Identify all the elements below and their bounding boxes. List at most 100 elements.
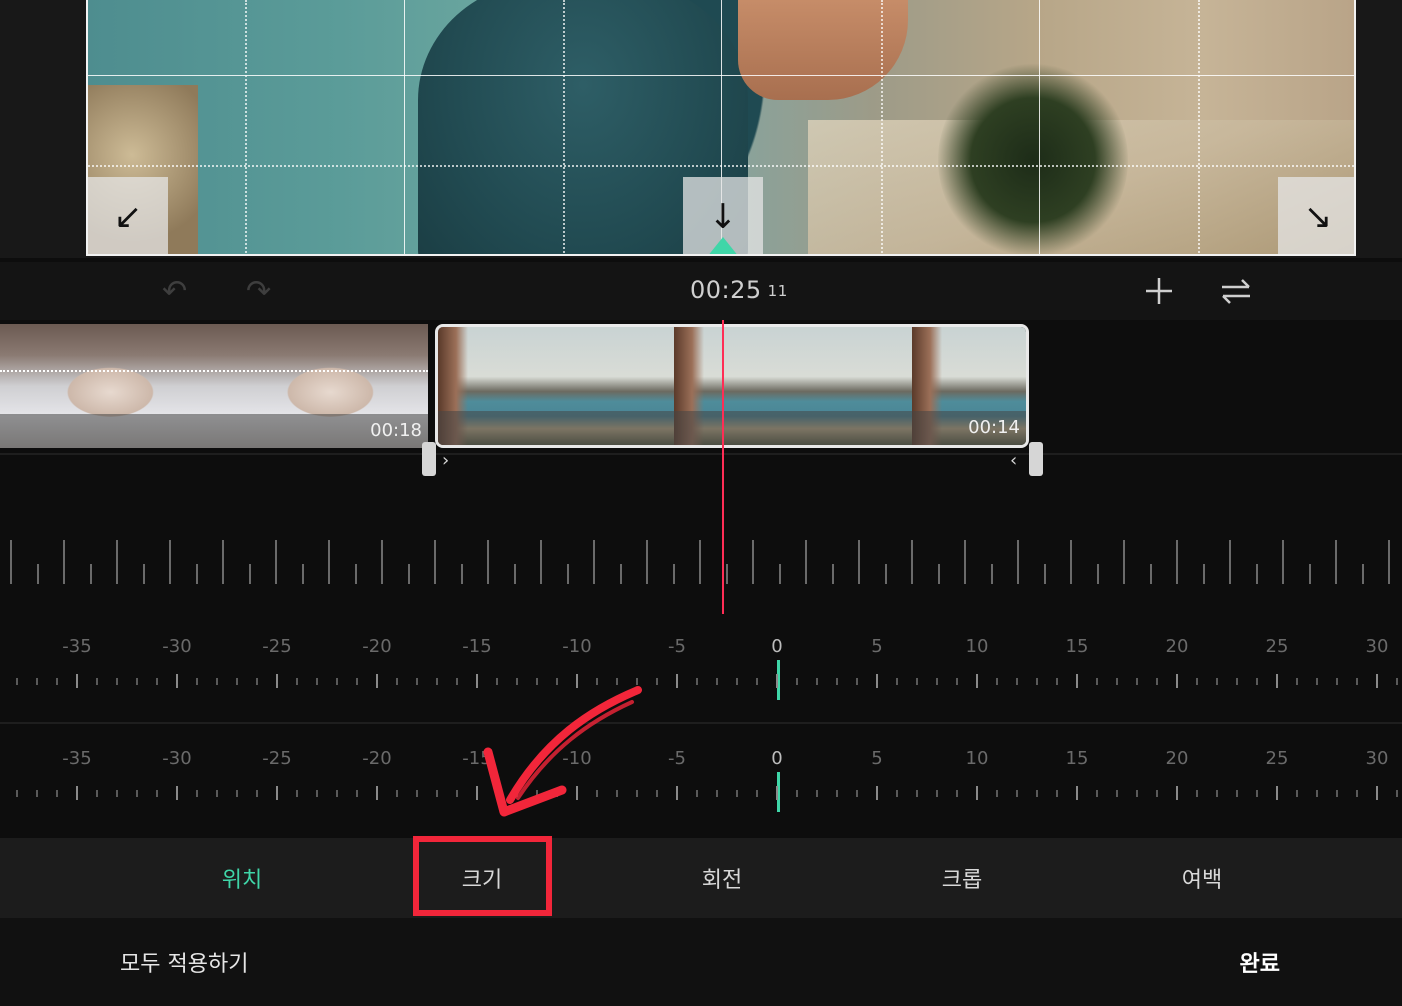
resize-bottom-right-handle[interactable]: ↘ [1278,177,1354,254]
audio-tick [1229,540,1231,584]
ruler-tick [216,678,218,685]
audio-tick [1123,540,1125,584]
audio-tick [884,564,887,584]
audio-tick [1176,540,1178,584]
ruler-tick [276,786,278,800]
ruler-label: 10 [965,748,989,769]
ruler-label: -25 [262,636,292,657]
chevron-left-icon: ‹ [1010,450,1018,471]
audio-tick [460,564,463,584]
ruler-tick [1116,678,1118,685]
audio-tick [169,540,171,584]
audio-tick [646,540,648,584]
ruler-tick [856,790,858,797]
transform-tab-bar: 위치 크기 회전 크롭 여백 [0,838,1402,918]
done-button[interactable]: 완료 [1240,946,1280,978]
audio-tick [699,540,701,584]
tab-crop[interactable]: 크롭 [842,838,1082,918]
ruler-tick [896,678,898,685]
ruler-tick [136,678,138,685]
playhead[interactable] [722,320,724,616]
arrow-down-icon: ↓ [708,197,738,237]
ruler-tick [1276,786,1278,800]
ruler-tick [1196,790,1198,797]
redo-icon[interactable]: ↷ [246,272,271,310]
audio-tick [89,564,92,584]
resize-bottom-handle[interactable]: ↓ [683,177,763,254]
video-preview[interactable]: ↙ ↓ ↘ [86,0,1356,256]
tab-position[interactable]: 위치 [122,838,362,918]
timeline-toolbar: ↶ ↷ 00:25 11 [0,262,1402,320]
ruler-tick [1216,790,1218,797]
audio-tick [831,564,834,584]
annotation-highlight-box [413,836,552,916]
ruler-tick [1056,678,1058,685]
ruler-tick [1376,786,1378,800]
ruler-tick [1256,790,1258,797]
ruler-tick [736,678,738,685]
ruler-label: -30 [162,636,192,657]
ruler-tick [1076,786,1078,800]
ruler-tick [416,790,418,797]
ruler-tick [216,790,218,797]
ruler-label: 5 [871,636,883,657]
ruler-label: 0 [771,748,783,769]
audio-tick [10,540,12,584]
video-timeline[interactable]: 00:18 00:14 › ‹ [0,320,1402,476]
ruler-tick [916,790,918,797]
ruler-tick [56,678,58,685]
resize-bottom-left-handle[interactable]: ↙ [88,177,168,254]
audio-tick [1308,564,1311,584]
tab-rotation[interactable]: 회전 [602,838,842,918]
ruler-tick [816,790,818,797]
ruler-tick [1036,790,1038,797]
grid-line [1039,0,1040,254]
ruler-tick [176,786,178,800]
ruler-label: -25 [262,748,292,769]
ruler-tick [236,790,238,797]
ruler-tick [456,678,458,685]
apply-all-button[interactable]: 모두 적용하기 [120,946,248,978]
timecode-value: 00:25 [690,276,762,304]
ruler-label: 15 [1065,748,1089,769]
trim-handle-left[interactable] [422,442,436,476]
clip-duration: 00:18 [0,414,428,448]
audio-tick [990,564,993,584]
ruler-tick [1016,790,1018,797]
position-x-ruler[interactable]: -35 -30 -25 -20 -15 -10 -5 0 5 10 15 20 25 30 [0,614,1402,724]
guide-line [245,0,247,254]
timeline-clip[interactable]: 00:18 [0,324,428,448]
ruler-tick [176,674,178,688]
timecode-frames: 11 [767,282,788,300]
undo-icon[interactable]: ↶ [162,272,187,310]
ruler-tick [256,678,258,685]
grid-line [88,75,1354,76]
ruler-tick [16,790,18,797]
ruler-label: -5 [668,748,686,769]
ruler-tick [96,790,98,797]
audio-tick [725,564,728,584]
ruler-tick [796,790,798,797]
ruler-tick [1316,678,1318,685]
swap-icon[interactable] [1220,272,1252,310]
timeline-clip-selected[interactable]: 00:14 [435,324,1029,448]
ruler-tick [376,786,378,800]
ruler-tick [776,674,778,688]
plus-icon[interactable] [1144,272,1174,310]
trim-handle-right[interactable] [1029,442,1043,476]
ruler-tick [36,790,38,797]
position-y-ruler[interactable]: -35 -30 -25 -20 -15 -10 -5 0 5 10 15 20 25 30 [0,726,1402,836]
audio-track[interactable] [0,530,1402,590]
ruler-tick [916,678,918,685]
preview-palm [938,60,1128,254]
ruler-tick [996,790,998,797]
ruler-tick [756,790,758,797]
ruler-label: -35 [62,636,92,657]
ruler-label: -20 [362,748,392,769]
tab-margin[interactable]: 여백 [1082,838,1322,918]
bottom-bar: 모두 적용하기 완료 [0,918,1402,1006]
ruler-label: -10 [562,636,592,657]
ruler-tick [1116,790,1118,797]
ruler-tick [296,790,298,797]
audio-tick [195,564,198,584]
